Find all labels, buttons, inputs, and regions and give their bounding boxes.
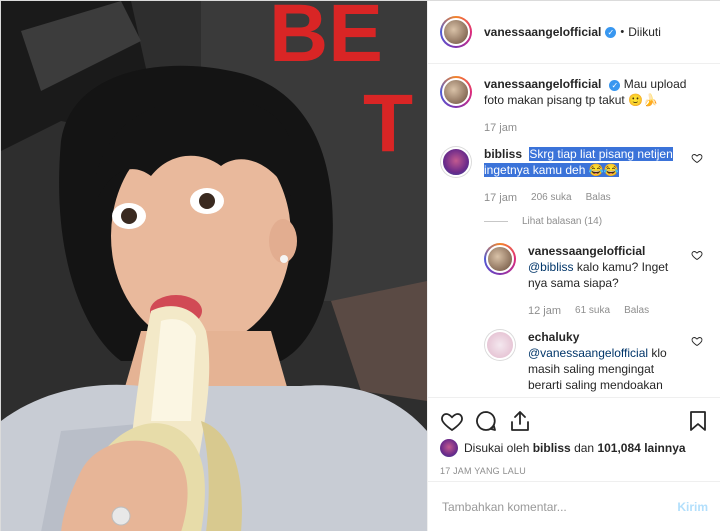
reply-like-heart-icon[interactable] xyxy=(691,335,703,347)
view-replies-toggle[interactable]: Lihat balasan (14) xyxy=(484,216,709,227)
separator-dot: • xyxy=(620,26,625,38)
reply-avatar[interactable] xyxy=(484,329,516,361)
reply-avatar[interactable] xyxy=(484,243,516,275)
owner-avatar[interactable] xyxy=(440,16,472,48)
liker-avatar[interactable] xyxy=(440,439,458,457)
reply-likes[interactable]: 61 suka xyxy=(575,303,610,319)
like-heart-icon[interactable] xyxy=(440,409,464,433)
verified-badge-icon: ✓ xyxy=(609,80,621,91)
reply-mention[interactable]: @bibliss xyxy=(528,260,574,274)
post-photo[interactable]: BE T xyxy=(1,1,427,531)
replies-divider xyxy=(484,221,508,222)
bookmark-save-icon[interactable] xyxy=(686,409,710,433)
owner-username[interactable]: vanessaangelofficial xyxy=(484,25,601,39)
comment-bubble-icon[interactable] xyxy=(474,409,498,433)
reply-username[interactable]: echaluky xyxy=(528,330,579,344)
reply-item: vanessaangelofficial @bibliss kalo kamu?… xyxy=(484,243,709,319)
post-sidebar: vanessaangelofficial ✓ • Diikuti vanessa… xyxy=(427,1,720,531)
likes-middle: dan xyxy=(574,441,595,455)
comment-like-heart-icon[interactable] xyxy=(691,152,703,164)
reply-item: echaluky @vanessaangelofficial klo masih… xyxy=(484,329,709,393)
follow-status-button[interactable]: Diikuti xyxy=(628,25,661,39)
view-replies-label: Lihat balasan (14) xyxy=(522,216,603,227)
post-actions: Disukai oleh bibliss dan 101,084 lainnya… xyxy=(428,397,720,476)
caption-avatar[interactable] xyxy=(440,76,472,108)
verified-badge-icon: ✓ xyxy=(605,26,617,38)
send-comment-button[interactable]: Kirim xyxy=(677,500,708,514)
reply-mention[interactable]: @vanessaangelofficial xyxy=(528,346,648,360)
likes-suffix[interactable]: lainnya xyxy=(644,441,685,455)
photo-illustration: BE T xyxy=(1,1,427,531)
reply-button[interactable]: Balas xyxy=(586,190,611,206)
likes-prefix: Disukai oleh xyxy=(464,441,530,455)
reply-time[interactable]: 12 jam xyxy=(528,303,561,319)
caption-username[interactable]: vanessaangelofficial xyxy=(484,77,601,91)
comment-time[interactable]: 17 jam xyxy=(484,190,517,206)
caption: vanessaangelofficial ✓ Mau upload foto ma… xyxy=(440,76,709,136)
add-comment-bar: Kirim xyxy=(428,481,720,531)
post-viewer: BE T vanessaangelofficial ✓ • Diikuti va… xyxy=(0,0,720,531)
post-timestamp[interactable]: 17 JAM YANG LALU xyxy=(440,466,710,476)
post-header: vanessaangelofficial ✓ • Diikuti xyxy=(428,1,720,64)
comment-username[interactable]: bibliss xyxy=(484,147,522,161)
commenter-avatar[interactable] xyxy=(440,146,472,178)
caption-time[interactable]: 17 jam xyxy=(484,120,517,136)
poster-text-2: T xyxy=(363,78,413,169)
likes-summary: Disukai oleh bibliss dan 101,084 lainnya xyxy=(440,438,710,458)
reply-like-heart-icon[interactable] xyxy=(691,249,703,261)
likes-count[interactable]: 101,084 xyxy=(597,441,640,455)
comment-item: bibliss Skrg tiap liat pisang netijen in… xyxy=(440,146,709,206)
poster-text-1: BE xyxy=(269,1,383,79)
reply-username[interactable]: vanessaangelofficial xyxy=(528,244,645,258)
comments-list[interactable]: vanessaangelofficial ✓ Mau upload foto ma… xyxy=(428,64,720,394)
comment-input[interactable] xyxy=(442,500,678,514)
share-upload-icon[interactable] xyxy=(508,409,532,433)
comment-likes[interactable]: 206 suka xyxy=(531,190,572,206)
reply-button[interactable]: Balas xyxy=(624,303,649,319)
liker-username[interactable]: bibliss xyxy=(533,441,571,455)
